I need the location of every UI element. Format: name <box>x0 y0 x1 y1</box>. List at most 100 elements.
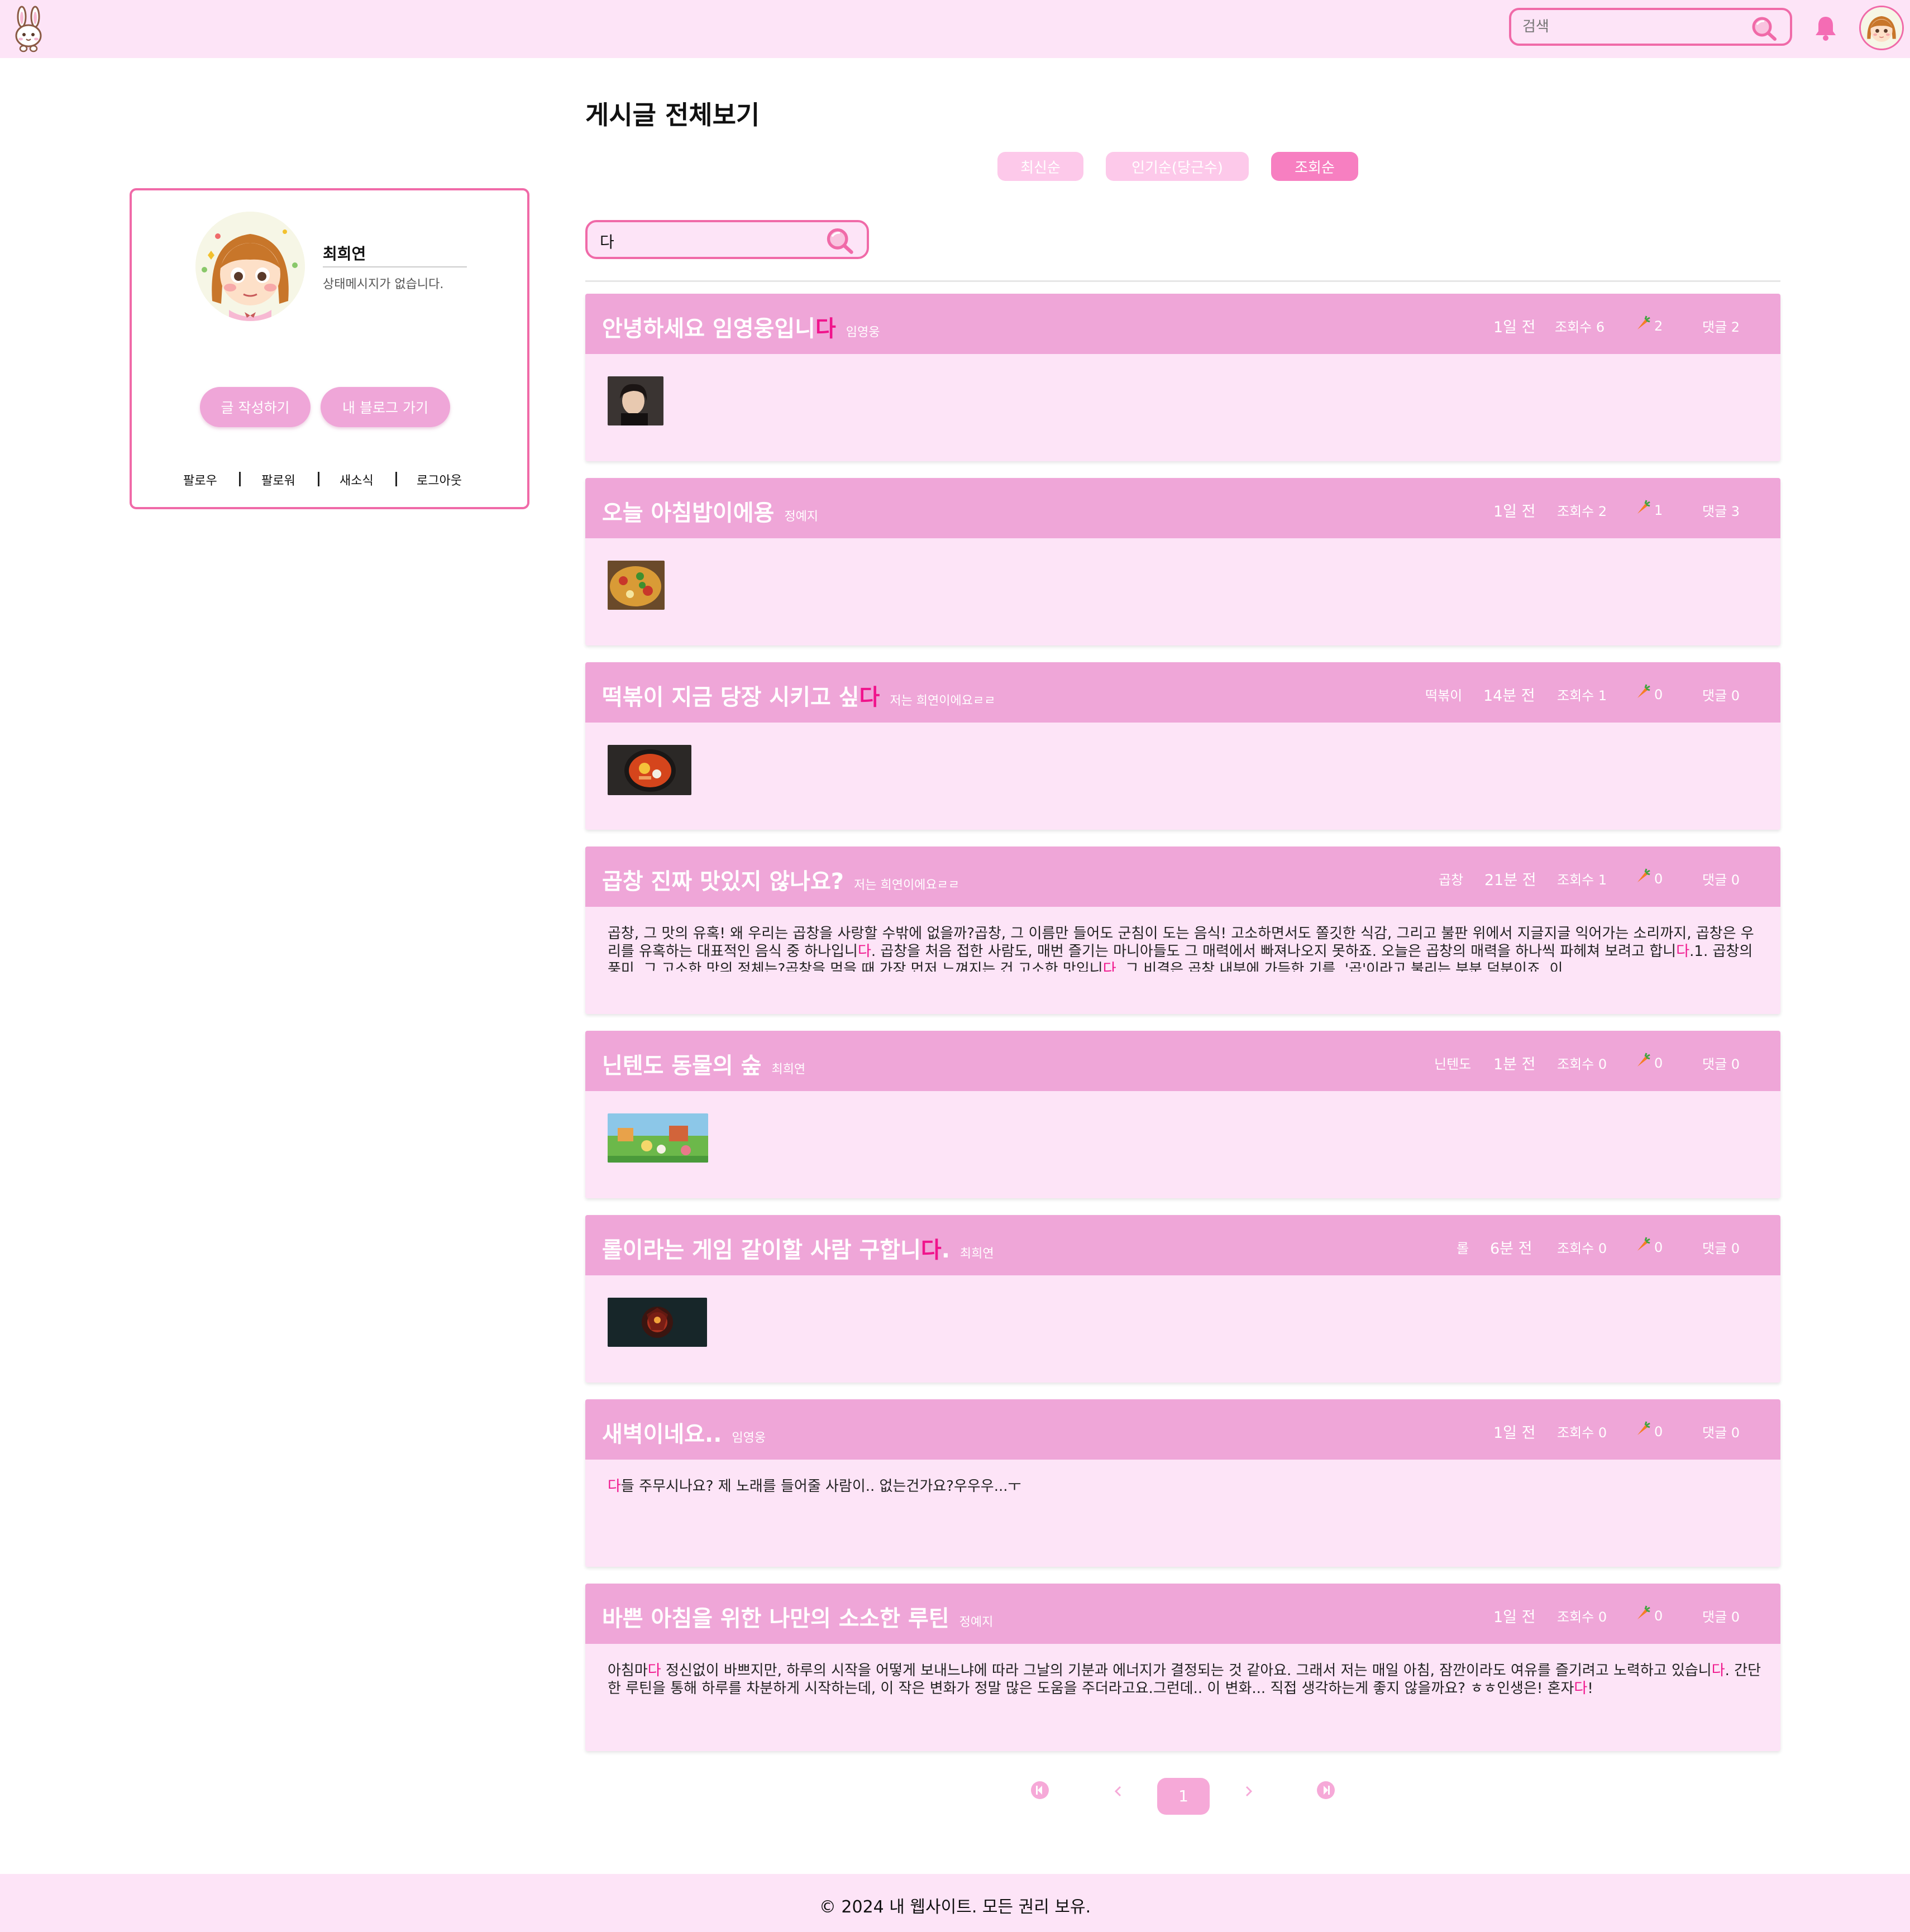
post-thumbnail[interactable] <box>608 561 665 610</box>
post-likes: 2 <box>1654 318 1663 334</box>
profile-links: 팔로우 팔로워 새소식 로그아웃 <box>132 471 532 493</box>
post-excerpt[interactable]: 다들 주무시나요? 제 노래를 들어줄 사람이.. 없는건가요?우우우...ㅜ <box>608 1477 1764 1524</box>
post-comments: 댓글 0 <box>1702 1609 1740 1625</box>
post-comments: 댓글 2 <box>1702 319 1740 335</box>
logout-link[interactable]: 로그아웃 <box>417 471 462 489</box>
post-thumbnail[interactable] <box>608 1298 707 1347</box>
post-time: 6분 전 <box>1490 1240 1532 1257</box>
post-views: 조회수 2 <box>1557 504 1607 519</box>
next-page-icon[interactable] <box>1241 1783 1257 1801</box>
post-card[interactable]: 롤이라는 게임 같이할 사람 구합니다. 최희연 롤 6분 전 조회수 0 0 댓… <box>585 1215 1780 1383</box>
post-thumbnail[interactable] <box>608 1113 708 1163</box>
post-title[interactable]: 닌텐도 동물의 숲 최희연 <box>602 1048 805 1080</box>
profile-card: 최희연 상태메시지가 없습니다. 글 작성하기 내 블로그 가기 팔로우 팔로워… <box>130 188 529 509</box>
link-separator <box>318 472 319 486</box>
post-thumbnail[interactable] <box>608 745 691 795</box>
post-time: 1분 전 <box>1493 1056 1536 1073</box>
carrot-icon <box>1635 1421 1652 1440</box>
my-blog-button[interactable]: 내 블로그 가기 <box>321 387 450 427</box>
avatar[interactable] <box>1859 6 1904 50</box>
post-comments: 댓글 0 <box>1702 872 1740 888</box>
post-tag[interactable]: 떡볶이 <box>1425 685 1462 704</box>
post-comments: 댓글 0 <box>1702 1241 1740 1256</box>
post-excerpt[interactable]: 곱창, 그 맛의 유혹! 왜 우리는 곱창을 사랑할 수밖에 없을까?곱창, 그… <box>608 925 1764 972</box>
post-comments: 댓글 3 <box>1702 504 1740 519</box>
global-search <box>1509 8 1792 46</box>
bell-icon[interactable] <box>1814 15 1837 44</box>
search-icon[interactable] <box>1750 15 1779 44</box>
post-views: 조회수 0 <box>1557 1425 1607 1441</box>
carrot-icon <box>1635 683 1652 702</box>
post-views: 조회수 0 <box>1557 1056 1607 1072</box>
first-page-icon[interactable] <box>1030 1780 1050 1802</box>
post-thumbnail[interactable] <box>608 376 663 425</box>
post-comments: 댓글 0 <box>1702 688 1740 704</box>
post-header[interactable]: 롤이라는 게임 같이할 사람 구합니다. 최희연 롤 6분 전 조회수 0 0 댓… <box>585 1215 1780 1275</box>
post-tag[interactable]: 곱창 <box>1439 869 1463 888</box>
post-header[interactable]: 바쁜 아침을 위한 나만의 소소한 루틴 정예지 1일 전 조회수 0 0 댓글 … <box>585 1584 1780 1644</box>
last-page-icon[interactable] <box>1316 1780 1336 1802</box>
post-header[interactable]: 곱창 진짜 맛있지 않나요? 저는 희연이에요ㄹㄹ 곱창 21분 전 조회수 1 … <box>585 847 1780 907</box>
profile-divider <box>323 266 467 267</box>
post-likes: 0 <box>1654 687 1663 702</box>
post-views: 조회수 6 <box>1555 319 1605 335</box>
post-card[interactable]: 떡볶이 지금 당장 시키고 싶다 저는 희연이에요ㄹㄹ 떡볶이 14분 전 조회수… <box>585 662 1780 830</box>
carrot-icon <box>1635 1052 1652 1071</box>
post-author: 저는 희연이에요ㄹㄹ <box>890 694 996 708</box>
post-likes: 0 <box>1654 1240 1663 1255</box>
search-icon[interactable] <box>824 226 856 257</box>
news-link[interactable]: 새소식 <box>340 471 374 489</box>
profile-avatar <box>195 212 305 321</box>
post-card[interactable]: 바쁜 아침을 위한 나만의 소소한 루틴 정예지 1일 전 조회수 0 0 댓글 … <box>585 1584 1780 1751</box>
post-card[interactable]: 곱창 진짜 맛있지 않나요? 저는 희연이에요ㄹㄹ 곱창 21분 전 조회수 1 … <box>585 847 1780 1014</box>
post-header[interactable]: 새벽이네요.. 임영웅 1일 전 조회수 0 0 댓글 0 <box>585 1399 1780 1460</box>
sort-popular-button[interactable]: 인기순(당근수) <box>1106 152 1249 181</box>
post-search-value[interactable]: 다 <box>600 230 614 252</box>
divider <box>585 280 1780 282</box>
post-card[interactable]: 안녕하세요 임영웅입니다 임영웅 1일 전 조회수 6 2 댓글 2 <box>585 294 1780 461</box>
post-likes: 0 <box>1654 1424 1663 1440</box>
post-views: 조회수 1 <box>1557 688 1607 704</box>
post-header[interactable]: 닌텐도 동물의 숲 최희연 닌텐도 1분 전 조회수 0 0 댓글 0 <box>585 1031 1780 1091</box>
post-header[interactable]: 떡볶이 지금 당장 시키고 싶다 저는 희연이에요ㄹㄹ 떡볶이 14분 전 조회수… <box>585 662 1780 723</box>
write-post-button[interactable]: 글 작성하기 <box>200 387 311 427</box>
footer-copyright: © 2024 내 웹사이트. 모든 권리 보유. <box>819 1897 1091 1917</box>
post-author: 정예지 <box>784 510 819 524</box>
follower-link[interactable]: 팔로워 <box>261 471 295 489</box>
post-title[interactable]: 새벽이네요.. 임영웅 <box>602 1416 766 1448</box>
post-comments: 댓글 0 <box>1702 1425 1740 1441</box>
post-time: 21분 전 <box>1484 872 1536 889</box>
post-tag[interactable]: 닌텐도 <box>1434 1053 1471 1073</box>
prev-page-icon[interactable] <box>1110 1783 1126 1801</box>
post-title[interactable]: 오늘 아침밥이에용 정예지 <box>602 495 818 527</box>
post-header[interactable]: 오늘 아침밥이에용 정예지 1일 전 조회수 2 1 댓글 3 <box>585 478 1780 538</box>
post-time: 1일 전 <box>1493 503 1536 520</box>
post-time: 1일 전 <box>1493 1424 1536 1442</box>
post-time: 1일 전 <box>1493 319 1536 336</box>
page-number-current[interactable]: 1 <box>1157 1778 1210 1815</box>
post-title[interactable]: 떡볶이 지금 당장 시키고 싶다 저는 희연이에요ㄹㄹ <box>602 679 995 711</box>
bunny-logo-icon[interactable] <box>12 6 45 52</box>
post-tag[interactable]: 롤 <box>1457 1237 1469 1257</box>
carrot-icon <box>1635 868 1652 887</box>
sort-latest-button[interactable]: 최신순 <box>997 152 1083 181</box>
link-separator <box>239 472 241 486</box>
post-search-field[interactable]: 다 <box>585 220 869 259</box>
post-card[interactable]: 닌텐도 동물의 숲 최희연 닌텐도 1분 전 조회수 0 0 댓글 0 <box>585 1031 1780 1198</box>
post-likes: 0 <box>1654 1055 1663 1071</box>
post-card[interactable]: 오늘 아침밥이에용 정예지 1일 전 조회수 2 1 댓글 3 <box>585 478 1780 645</box>
carrot-icon <box>1635 1236 1652 1255</box>
post-title[interactable]: 안녕하세요 임영웅입니다 임영웅 <box>602 310 880 343</box>
post-title[interactable]: 롤이라는 게임 같이할 사람 구합니다. 최희연 <box>602 1232 994 1264</box>
post-title[interactable]: 바쁜 아침을 위한 나만의 소소한 루틴 정예지 <box>602 1600 993 1633</box>
post-title[interactable]: 곱창 진짜 맛있지 않나요? 저는 희연이에요ㄹㄹ <box>602 863 959 896</box>
post-author: 저는 희연이에요ㄹㄹ <box>853 878 960 892</box>
sort-views-button[interactable]: 조회순 <box>1271 152 1358 181</box>
post-time: 14분 전 <box>1483 687 1535 705</box>
follow-link[interactable]: 팔로우 <box>183 471 217 489</box>
post-comments: 댓글 0 <box>1702 1056 1740 1072</box>
post-header[interactable]: 안녕하세요 임영웅입니다 임영웅 1일 전 조회수 6 2 댓글 2 <box>585 294 1780 354</box>
search-input[interactable] <box>1522 10 1746 44</box>
post-excerpt[interactable]: 아침마다 정신없이 바쁘지만, 하루의 시작을 어떻게 보내느냐에 따라 그날의… <box>608 1662 1764 1709</box>
post-card[interactable]: 새벽이네요.. 임영웅 1일 전 조회수 0 0 댓글 0 다들 주무시나요? 제… <box>585 1399 1780 1567</box>
